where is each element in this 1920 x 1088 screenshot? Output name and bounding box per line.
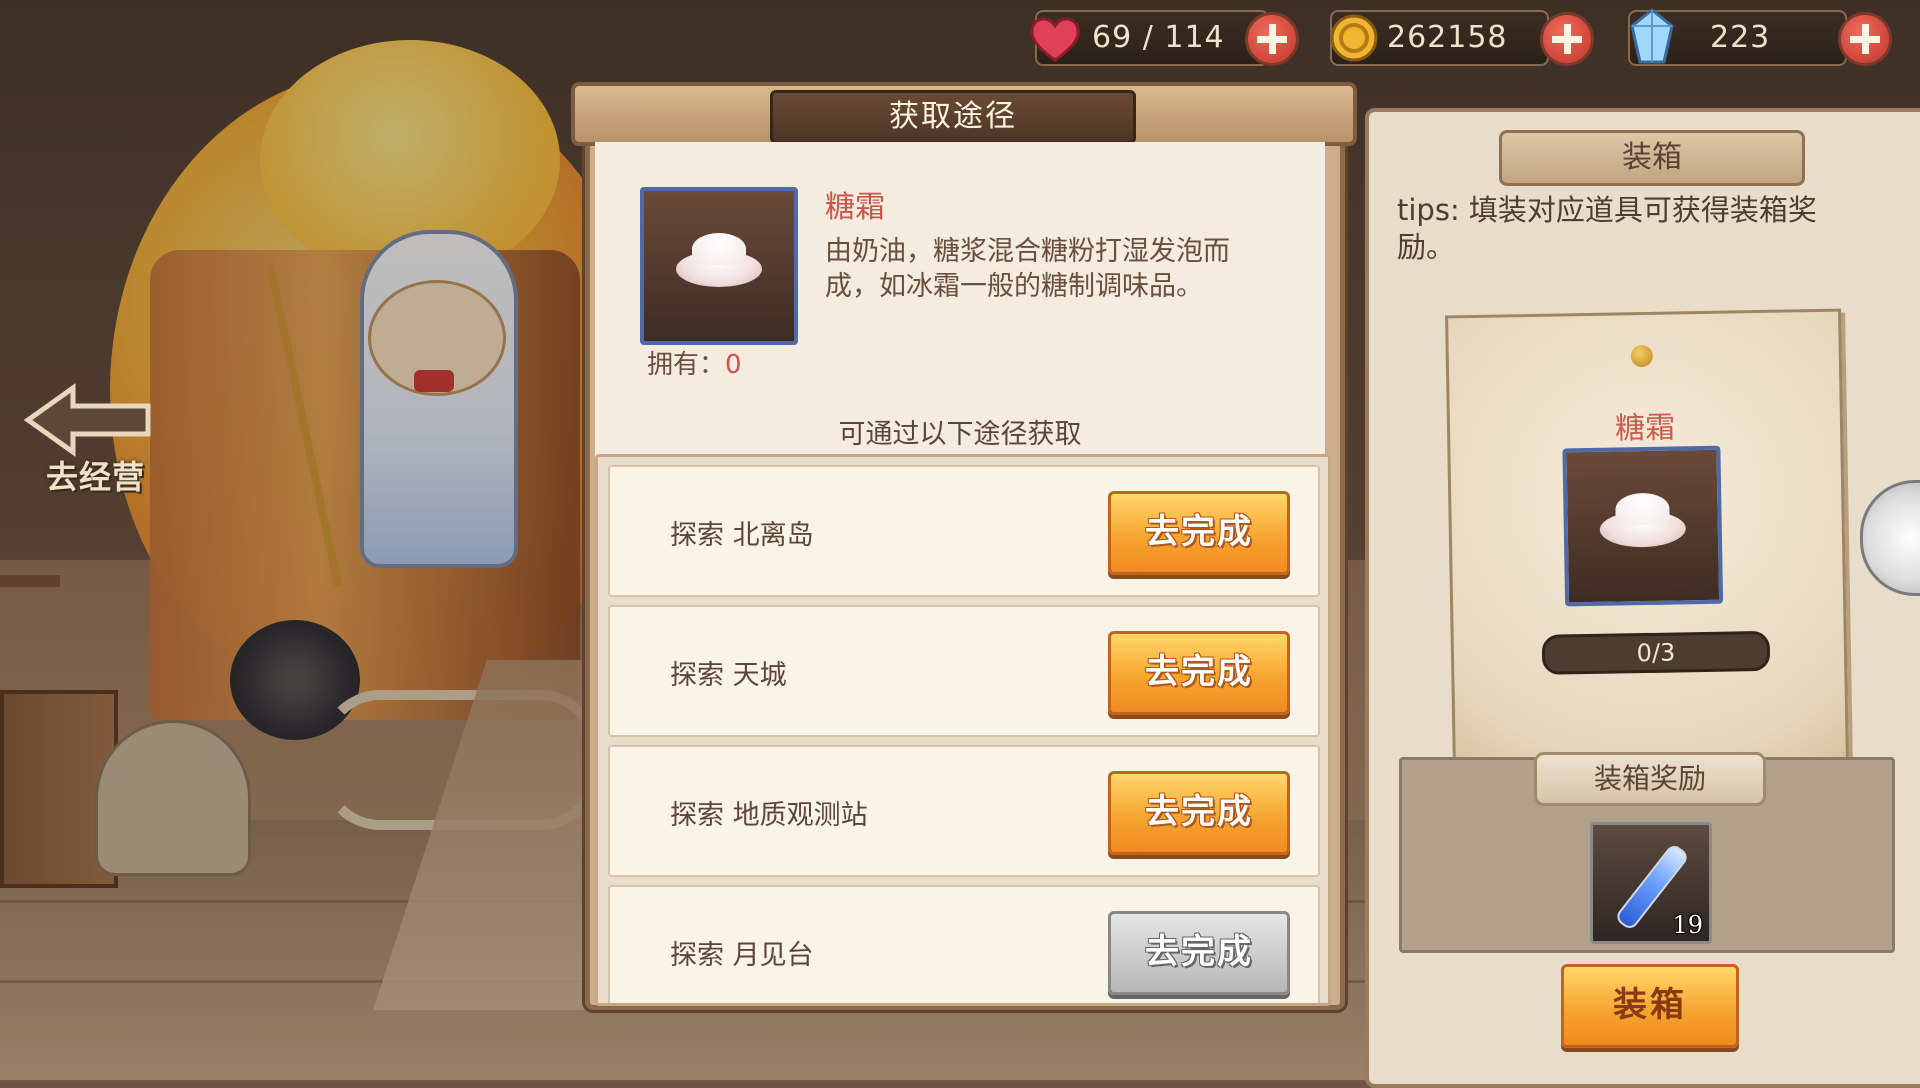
pack-reward-box: 装箱奖励 19 bbox=[1399, 752, 1895, 953]
go-complete-button[interactable]: 去完成 bbox=[1108, 631, 1290, 715]
stamina-value: 69 / 114 bbox=[1092, 20, 1225, 55]
route-label: 探索 天城 bbox=[670, 660, 787, 691]
item-icon-frosting bbox=[640, 187, 798, 345]
add-gold-button[interactable] bbox=[1540, 12, 1594, 66]
pushpin-icon bbox=[1630, 344, 1653, 368]
packing-panel-title: 装箱 bbox=[1499, 130, 1805, 186]
routes-list[interactable]: 探索 北离岛 去完成 探索 天城 去完成 探索 地质观测站 去完成 探索 月见台… bbox=[595, 454, 1331, 1006]
add-stamina-button[interactable] bbox=[1245, 12, 1299, 66]
add-gems-button[interactable] bbox=[1838, 12, 1892, 66]
order-paper-card: 糖霜 0/3 bbox=[1445, 308, 1849, 772]
heart-icon bbox=[1030, 17, 1080, 62]
reward-title: 装箱奖励 bbox=[1534, 752, 1766, 806]
go-complete-button[interactable]: 去完成 bbox=[1108, 491, 1290, 575]
route-item: 探索 月见台 去完成 bbox=[608, 885, 1320, 1003]
owned-count: 拥有：0 bbox=[647, 344, 742, 381]
go-complete-button-disabled[interactable]: 去完成 bbox=[1108, 911, 1290, 995]
card-item-icon[interactable] bbox=[1562, 445, 1724, 607]
pack-button[interactable]: 装箱 bbox=[1561, 964, 1739, 1048]
back-arrow-icon[interactable] bbox=[18, 380, 158, 460]
packing-panel: 装箱 tips: 填装对应道具可获得装箱奖励。 糖霜 0/3 装箱奖励 19 装… bbox=[1365, 108, 1920, 1088]
route-item: 探索 天城 去完成 bbox=[608, 605, 1320, 737]
gold-value: 262158 bbox=[1387, 20, 1508, 55]
route-label: 探索 月见台 bbox=[670, 940, 814, 971]
item-description: 由奶油，糖浆混合糖粉打湿发泡而成，如冰霜一般的糖制调味品。 bbox=[825, 236, 1230, 302]
reward-item-slot[interactable]: 19 bbox=[1590, 822, 1712, 944]
route-item: 探索 北离岛 去完成 bbox=[608, 465, 1320, 597]
go-complete-button[interactable]: 去完成 bbox=[1108, 771, 1290, 855]
route-item: 探索 地质观测站 去完成 bbox=[608, 745, 1320, 877]
gems-value: 223 bbox=[1710, 20, 1771, 55]
acquire-route-dialog: 获取途径 糖霜 由奶油，糖浆混合糖粉打湿发泡而成，如冰霜一般的糖制调味品。 拥有… bbox=[571, 82, 1357, 1010]
gold-bar: 262158 bbox=[1330, 10, 1549, 66]
card-item-name: 糖霜 bbox=[1614, 410, 1676, 447]
sugar-pile-top bbox=[1615, 492, 1670, 526]
dialog-title-banner: 获取途径 bbox=[571, 82, 1357, 146]
back-label[interactable]: 去经营 bbox=[46, 452, 145, 498]
pack-progress-bar: 0/3 bbox=[1541, 630, 1771, 675]
route-label: 探索 地质观测站 bbox=[670, 800, 868, 831]
owned-value: 0 bbox=[725, 350, 742, 380]
crystal-icon bbox=[1630, 8, 1674, 64]
dialog-title: 获取途径 bbox=[770, 90, 1136, 144]
item-name: 糖霜 bbox=[825, 190, 885, 225]
route-label: 探索 北离岛 bbox=[670, 520, 814, 551]
stamina-bar: 69 / 114 bbox=[1030, 10, 1269, 66]
owned-label: 拥有： bbox=[647, 350, 726, 380]
routes-heading: 可通过以下途径获取 bbox=[838, 419, 1082, 450]
packing-tips: tips: 填装对应道具可获得装箱奖励。 bbox=[1397, 193, 1817, 264]
coin-icon bbox=[1330, 14, 1378, 62]
sugar-pile-top bbox=[692, 233, 746, 265]
gems-bar: 223 bbox=[1628, 8, 1847, 66]
reward-count: 19 bbox=[1672, 911, 1703, 939]
